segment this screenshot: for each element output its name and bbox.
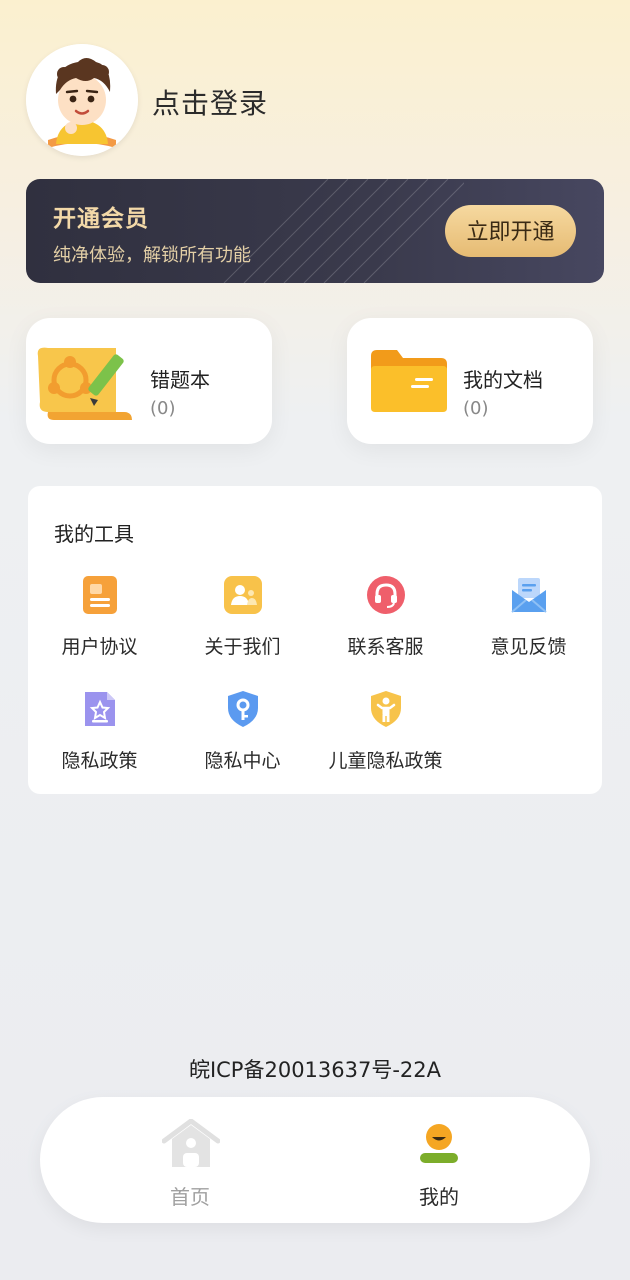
avatar[interactable]	[26, 44, 138, 156]
tool-label: 用户协议	[61, 636, 138, 658]
folder-icon	[371, 350, 447, 412]
document-icon	[83, 576, 117, 614]
tool-label: 联系客服	[347, 636, 424, 658]
people-icon	[224, 576, 262, 614]
tool-label: 隐私中心	[204, 750, 281, 772]
wrong-questions-title: 错题本	[150, 368, 210, 392]
tab-home-label: 首页	[170, 1185, 210, 1209]
child-shield-icon	[371, 691, 401, 727]
profile-icon	[420, 1124, 458, 1163]
icp-license: 皖ICP备20013637号-22A	[188, 1058, 442, 1082]
tool-privacy-center[interactable]: 隐私中心	[171, 690, 314, 790]
vip-banner[interactable]: 开通会员 纯净体验，解锁所有功能 立即开通	[26, 179, 604, 283]
vip-title: 开通会员	[53, 206, 149, 232]
tool-child-privacy-policy[interactable]: 儿童隐私政策	[314, 690, 457, 790]
tool-label: 儿童隐私政策	[328, 750, 443, 772]
tool-label: 关于我们	[204, 636, 281, 658]
my-documents-title: 我的文档	[463, 368, 543, 392]
home-icon	[162, 1119, 220, 1167]
my-documents-card[interactable]: 我的文档 (0)	[347, 318, 593, 444]
wrong-questions-card[interactable]: 错题本 (0)	[26, 318, 272, 444]
tool-label: 隐私政策	[61, 750, 138, 772]
tool-label: 意见反馈	[490, 636, 567, 658]
mail-icon	[511, 578, 547, 613]
tab-home[interactable]: 首页	[100, 1097, 280, 1223]
login-prompt[interactable]: 点击登录	[152, 82, 268, 122]
shield-key-icon	[228, 691, 258, 727]
tool-privacy-policy[interactable]: 隐私政策	[28, 690, 171, 790]
tool-feedback[interactable]: 意见反馈	[457, 576, 600, 676]
tool-customer-service[interactable]: 联系客服	[314, 576, 457, 676]
vip-subtitle: 纯净体验，解锁所有功能	[53, 245, 251, 266]
banner-stripe-decoration	[223, 179, 464, 283]
tool-user-agreement[interactable]: 用户协议	[28, 576, 171, 676]
open-vip-button[interactable]: 立即开通	[445, 205, 576, 257]
my-tools-panel: 我的工具 用户协议 关于我们 联系客服 意见反馈 隐私政策 隐私中心 儿童隐私政…	[28, 486, 602, 794]
tab-mine[interactable]: 我的	[349, 1097, 529, 1223]
bottom-tab-bar: 首页 我的	[40, 1097, 590, 1223]
boy-reading-avatar-icon	[26, 44, 138, 156]
tool-about-us[interactable]: 关于我们	[171, 576, 314, 676]
my-documents-count: (0)	[463, 398, 489, 419]
scroll-pencil-icon	[37, 347, 132, 420]
wrong-questions-count: (0)	[150, 398, 176, 419]
privacy-doc-icon	[85, 692, 115, 726]
headset-icon	[367, 576, 405, 614]
my-tools-title: 我的工具	[54, 522, 134, 546]
tab-mine-label: 我的	[419, 1185, 459, 1209]
